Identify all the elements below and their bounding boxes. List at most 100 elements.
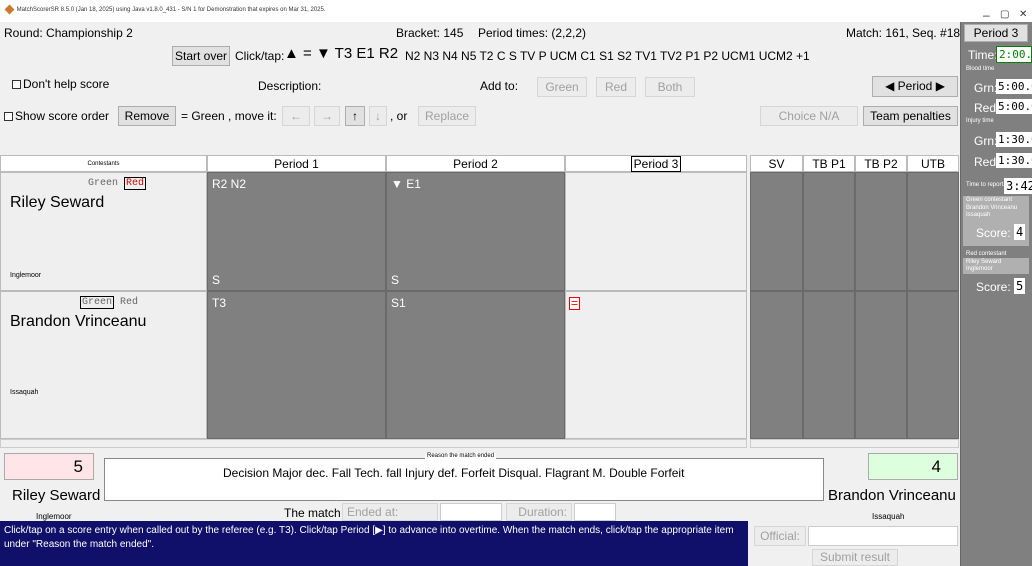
red-color-option[interactable]: Red <box>120 297 138 308</box>
move-up-button[interactable]: ↑ <box>345 106 365 126</box>
blood-red-value[interactable]: 5:00.0 <box>996 99 1032 114</box>
minimize-icon[interactable]: – <box>983 8 990 22</box>
sv-cell[interactable] <box>750 291 803 439</box>
color-toggle[interactable]: Green Red <box>88 177 147 190</box>
window-title: MatchScorerSR 8.5.0 (Jan 18, 2025) using… <box>16 7 326 14</box>
reason-forfeit[interactable]: Forfeit <box>461 466 495 480</box>
next-period-icon[interactable]: ▶ <box>936 79 945 93</box>
reason-tech-fall[interactable]: Tech. fall <box>354 466 401 480</box>
utb-header[interactable]: UTB <box>907 155 959 172</box>
reason-double-forfeit[interactable]: Double Forfeit <box>609 466 684 480</box>
tb-p1-cell[interactable] <box>803 291 855 439</box>
sv-cell[interactable] <box>750 172 803 291</box>
score-codes-primary[interactable]: ▲ = ▼ T3 E1 R2 <box>284 45 398 62</box>
tb-p2-cell[interactable] <box>855 291 907 439</box>
contestant-team: Inglemoor <box>10 272 42 279</box>
ended-at-button[interactable]: Ended at: <box>342 503 438 521</box>
stall-marker: S <box>391 273 400 287</box>
description-label: Description: <box>258 79 322 93</box>
move-right-button[interactable]: → <box>314 106 340 126</box>
injury-grn-value[interactable]: 1:30.0 <box>996 132 1032 147</box>
period-time-value[interactable]: 2:00.0 <box>996 46 1032 63</box>
replace-button[interactable]: Replace <box>418 106 476 126</box>
bracket-label: Bracket: 145 <box>396 26 464 40</box>
period-3-header[interactable]: Period 3 <box>565 155 747 172</box>
sv-header[interactable]: SV <box>750 155 803 172</box>
score-entries: T3 <box>212 296 227 310</box>
red-color-option[interactable]: Red <box>124 177 147 190</box>
tb-p2-cell[interactable] <box>855 172 907 291</box>
injury-grn-label: Grn: <box>974 134 998 148</box>
period-2-header[interactable]: Period 2 <box>386 155 565 172</box>
click-tap-label: Click/tap: <box>235 49 285 63</box>
horizontal-scrollbar[interactable] <box>0 439 747 448</box>
period-2-cell[interactable]: ▼ E1 S <box>386 172 565 291</box>
reason-injury-def[interactable]: Injury def. <box>405 466 458 480</box>
period-nav-button[interactable]: ◀ Period ▶ <box>872 76 958 97</box>
app-icon <box>4 4 15 15</box>
close-icon[interactable]: ✕ <box>1019 9 1027 20</box>
reason-disqual[interactable]: Disqual. <box>498 466 541 480</box>
add-red-button[interactable]: Red <box>596 77 636 97</box>
tb-p1-cell[interactable] <box>803 172 855 291</box>
remove-button[interactable]: Remove <box>118 106 176 126</box>
period-1-header[interactable]: Period 1 <box>207 155 386 172</box>
ended-at-field[interactable] <box>440 503 502 521</box>
contestant-name: Riley Seward <box>10 194 105 211</box>
reason-major-dec[interactable]: Major dec. <box>272 466 328 480</box>
status-message: Click/tap on a score entry when called o… <box>0 521 748 566</box>
team-penalties-button[interactable]: Team penalties <box>863 106 958 126</box>
prev-period-icon[interactable]: ◀ <box>885 79 894 93</box>
maximize-icon[interactable]: ▢ <box>1000 9 1009 20</box>
blood-grn-value[interactable]: 5:00.0 <box>996 79 1032 94</box>
period-3-cell[interactable]: = <box>565 291 747 439</box>
reason-decision[interactable]: Decision <box>223 466 269 480</box>
choice-na-button[interactable]: Choice N/A <box>760 106 858 126</box>
green-contestant-team: Issaquah <box>966 212 991 218</box>
tb-p1-header[interactable]: TB P1 <box>803 155 855 172</box>
show-score-order-checkbox[interactable]: Show score order <box>4 109 109 123</box>
green-score-label: Score: <box>976 226 1011 240</box>
dont-help-score-checkbox[interactable]: Don't help score <box>12 77 109 91</box>
move-left-button[interactable]: ← <box>282 106 310 126</box>
reason-flagrant-m[interactable]: Flagrant M. <box>545 466 606 480</box>
period-3-cell[interactable] <box>565 172 747 291</box>
reason-fall[interactable]: Fall <box>332 466 351 480</box>
color-toggle[interactable]: Green Red <box>80 296 138 309</box>
selected-score-entry[interactable]: = <box>569 297 581 310</box>
period-1-cell[interactable]: T3 <box>207 291 386 439</box>
green-score-value: 4 <box>1014 224 1026 240</box>
current-period-button[interactable]: Period 3 <box>964 24 1028 42</box>
injury-red-value[interactable]: 1:30.0 <box>996 153 1032 168</box>
score-entries: ▼ E1 <box>391 177 421 191</box>
match-seq-label: Match: 161, Seq. #18 <box>846 26 961 40</box>
red-score-label: Score: <box>976 280 1011 294</box>
blood-grn-label: Grn: <box>974 81 998 95</box>
round-label: Round: Championship 2 <box>4 26 133 40</box>
official-button[interactable]: Official: <box>754 526 806 546</box>
or-label: , or <box>390 109 408 123</box>
score-codes-secondary[interactable]: N2 N3 N4 N5 T2 C S TV P UCM C1 S1 S2 TV1… <box>405 49 810 63</box>
score-entries: S1 <box>391 296 406 310</box>
add-green-button[interactable]: Green <box>537 77 587 97</box>
duration-button[interactable]: Duration: <box>506 503 572 521</box>
start-over-button[interactable]: Start over <box>172 46 230 66</box>
period-2-cell[interactable]: S1 <box>386 291 565 439</box>
official-field[interactable] <box>808 526 958 546</box>
period-1-cell[interactable]: R2 N2 S <box>207 172 386 291</box>
green-color-option[interactable]: Green <box>80 296 115 309</box>
checkbox-icon <box>12 80 21 89</box>
title-bar: MatchScorerSR 8.5.0 (Jan 18, 2025) using… <box>0 0 960 22</box>
duration-field[interactable] <box>574 503 616 521</box>
add-both-button[interactable]: Both <box>645 77 695 97</box>
tb-p2-header[interactable]: TB P2 <box>855 155 907 172</box>
reason-group: Reason the match ended Decision Major de… <box>104 453 824 501</box>
utb-cell[interactable] <box>907 291 959 439</box>
red-score-box: 5 <box>4 453 94 480</box>
utb-cell[interactable] <box>907 172 959 291</box>
move-down-button[interactable]: ↓ <box>369 106 387 126</box>
contestant-name: Brandon Vrinceanu <box>10 313 147 330</box>
submit-result-button[interactable]: Submit result <box>812 549 898 566</box>
ot-horizontal-scrollbar[interactable] <box>750 439 959 448</box>
green-color-option[interactable]: Green <box>88 178 118 189</box>
